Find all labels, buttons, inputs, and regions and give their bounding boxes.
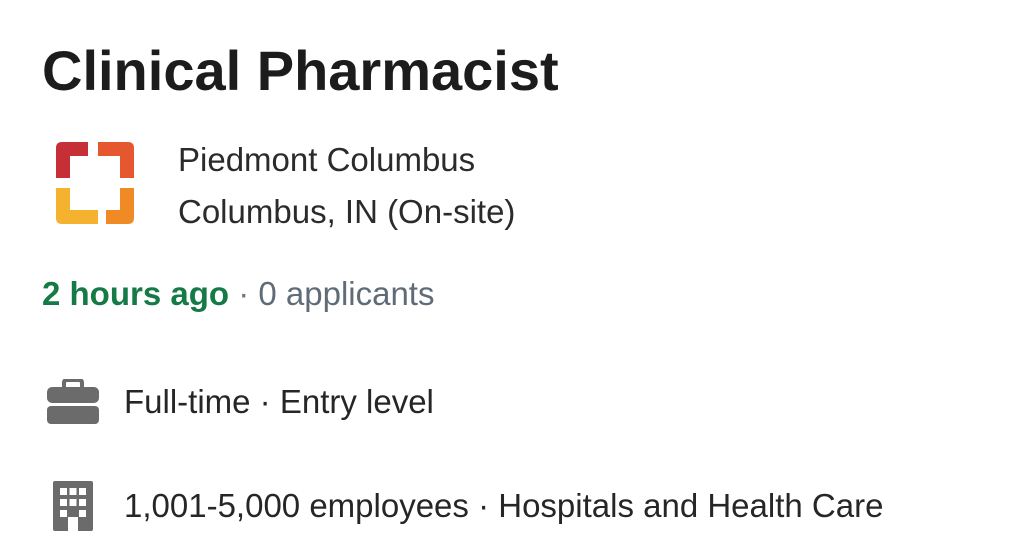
posted-time: 2 hours ago bbox=[42, 275, 230, 312]
company-name[interactable]: Piedmont Columbus bbox=[178, 134, 515, 186]
job-title: Clinical Pharmacist bbox=[42, 39, 559, 102]
company-size-text: 1,001-5,000 employees · Hospitals and He… bbox=[124, 487, 884, 524]
job-type-row: Full-time · Entry level bbox=[44, 372, 434, 432]
briefcase-icon bbox=[44, 373, 102, 431]
piedmont-logo-icon bbox=[56, 142, 134, 224]
applicant-count: 0 applicants bbox=[258, 275, 435, 312]
job-type-text: Full-time · Entry level bbox=[124, 383, 434, 420]
meta-separator: · bbox=[229, 275, 259, 312]
job-location: Columbus, IN (On-site) bbox=[178, 193, 516, 230]
company-size-row: 1,001-5,000 employees · Hospitals and He… bbox=[44, 476, 883, 536]
building-icon bbox=[44, 477, 102, 535]
company-info: Piedmont Columbus Columbus, IN (On-site) bbox=[178, 134, 515, 238]
company-logo[interactable] bbox=[48, 138, 140, 230]
posting-meta: 2 hours ago · 0 applicants bbox=[42, 268, 434, 320]
